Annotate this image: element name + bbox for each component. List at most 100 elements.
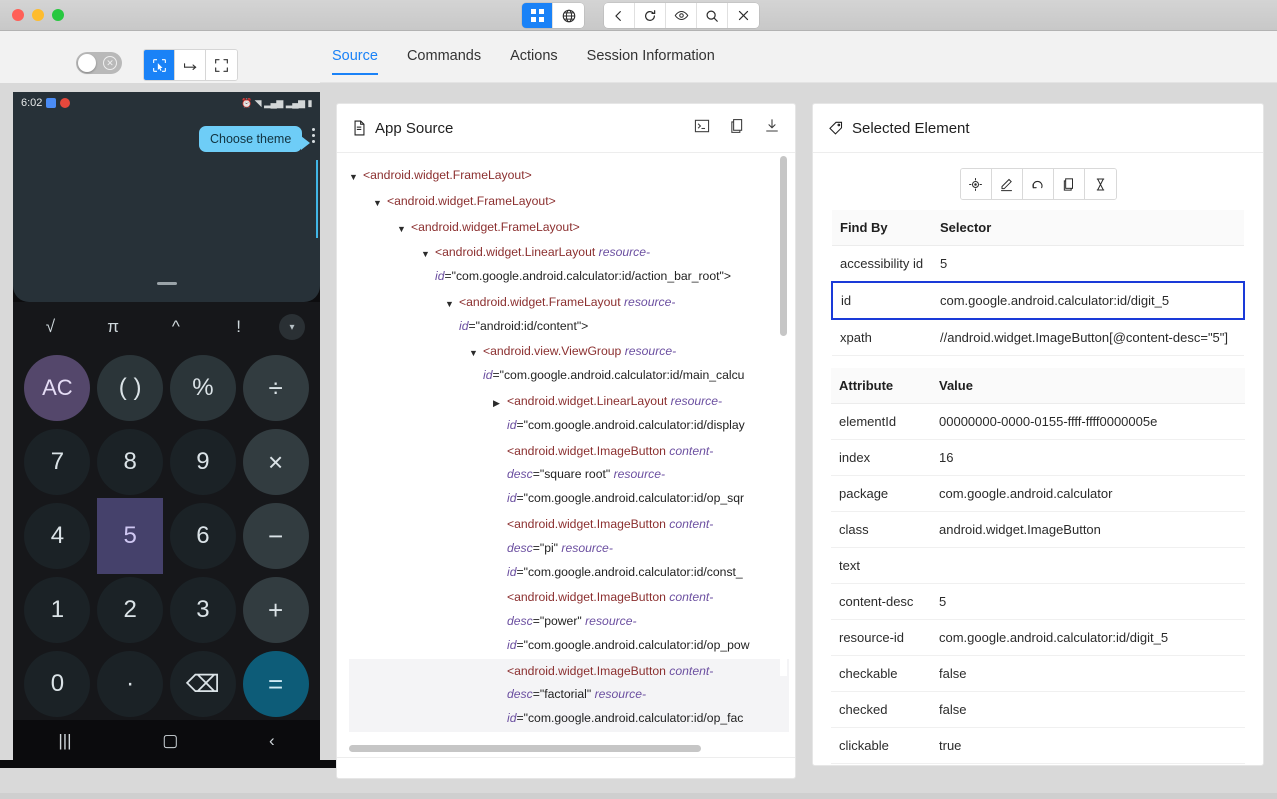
overflow-menu-icon[interactable] [312,128,315,146]
tab-source[interactable]: Source [332,48,378,75]
attribute-table-wrap[interactable]: Attribute Value elementId00000000-0000-0… [813,368,1263,768]
attribute-name: resource-id [831,620,931,656]
attribute-name: text [831,548,931,584]
tab-commands[interactable]: Commands [407,48,481,75]
close-window-button[interactable] [12,9,24,21]
clear-icon[interactable] [1023,169,1054,199]
console-icon[interactable] [694,118,710,139]
calc-key-label: − [243,503,309,569]
send-keys-icon[interactable] [992,169,1023,199]
chevron-down-icon[interactable]: ▼ [349,164,363,187]
swipe-mode-button[interactable] [175,50,206,80]
toggle-knob [78,54,96,72]
nav-home-icon[interactable]: ▢ [162,731,178,751]
chevron-down-icon[interactable]: ▼ [469,340,483,363]
source-tree-node[interactable]: <android.widget.ImageButton content-desc… [349,512,789,585]
attribute-row: elementId00000000-0000-0155-ffff-ffff000… [831,404,1245,440]
device-screen-mirror[interactable]: 6:02 ⏰ ◥ ▂▄▆ ▂▄▆ ▮ Choose theme [13,92,320,761]
calc-key-equals[interactable]: = [239,648,312,720]
calc-key-sym3[interactable]: ÷ [239,352,312,424]
calc-key-2[interactable]: 2 [94,574,167,646]
toggle-switch[interactable]: ✕ [76,52,122,74]
selector-row[interactable]: accessibility id5 [832,246,1244,283]
key-power[interactable]: ^ [145,317,208,337]
calc-key-sym11[interactable]: − [239,500,312,572]
calc-key-0[interactable]: 0 [21,648,94,720]
source-tree-node[interactable]: ▼<android.widget.FrameLayout resource-id… [349,290,789,340]
tree-vertical-scrollbar[interactable] [780,156,787,676]
calc-key-4[interactable]: 4 [21,500,94,572]
calc-key-1[interactable]: 1 [21,574,94,646]
key-sqrt[interactable]: √ [19,317,82,337]
device-nav-bar: ||| ▢ ‹ [13,720,320,761]
calc-key-label: + [243,577,309,643]
attribute-table-header-row: Attribute Value [831,368,1245,404]
source-tree-node[interactable]: ▶<android.widget.LinearLayout resource-i… [349,389,789,439]
nav-back-icon[interactable]: ‹ [269,731,275,751]
source-tree-node[interactable]: <android.widget.ImageButton content-desc… [349,659,789,732]
wait-icon[interactable] [1085,169,1116,199]
source-refresh-toggle[interactable]: ✕ [76,52,122,79]
calc-key-6[interactable]: 6 [167,500,240,572]
chevron-down-icon[interactable]: ▾ [279,314,305,340]
nav-recents-icon[interactable]: ||| [58,731,71,751]
source-tree-node[interactable]: <android.widget.ImageButton content-desc… [349,439,789,512]
source-tree-node[interactable]: ▼<android.widget.FrameLayout> [349,163,789,189]
copy-icon[interactable] [1054,169,1085,199]
close-x-icon[interactable] [728,3,759,28]
chevron-down-icon[interactable]: ▼ [445,291,459,314]
drag-handle[interactable] [157,282,177,285]
calc-key-sym1[interactable]: ( ) [94,352,167,424]
source-tree[interactable]: ▼<android.widget.FrameLayout>▼<android.w… [337,153,795,753]
source-tree-node[interactable]: ▼<android.view.ViewGroup resource-id="co… [349,339,789,389]
source-tree-node[interactable]: ▼<android.widget.FrameLayout> [349,189,789,215]
calc-key-sym18[interactable]: ⌫ [167,648,240,720]
key-factorial[interactable]: ! [207,317,270,337]
traffic-lights [12,9,64,21]
copy-icon[interactable] [729,118,745,139]
calc-key-sym17[interactable]: · [94,648,167,720]
calc-key-8[interactable]: 8 [94,426,167,498]
chevron-down-icon[interactable]: ▼ [373,190,387,213]
tree-horizontal-scrollbar[interactable] [349,745,785,752]
calc-key-sym2[interactable]: % [167,352,240,424]
document-icon [352,120,367,136]
eye-icon[interactable] [666,3,697,28]
key-pi[interactable]: π [82,317,145,337]
back-arrow-icon[interactable] [604,3,635,28]
selector-col-findby: Find By [832,210,932,246]
source-tree-node[interactable]: <android.widget.ImageButton content-desc… [349,585,789,658]
calc-key-3[interactable]: 3 [167,574,240,646]
source-tree-node[interactable]: ▼<android.widget.LinearLayout resource-i… [349,240,789,290]
calc-key-label: × [243,429,309,495]
chevron-right-icon[interactable]: ▶ [493,390,507,413]
calc-key-5[interactable]: 5 [94,500,167,572]
globe-icon[interactable] [553,3,584,28]
calc-key-sym15[interactable]: + [239,574,312,646]
calc-key-sym7[interactable]: × [239,426,312,498]
maximize-window-button[interactable] [52,9,64,21]
attribute-value: false [931,692,1245,728]
calc-key-label: · [97,651,163,717]
calculator-function-row: √ π ^ ! ▾ [13,302,320,352]
selector-row[interactable]: idcom.google.android.calculator:id/digit… [832,282,1244,319]
source-tree-node[interactable]: ▼<android.widget.FrameLayout> [349,215,789,241]
calc-key-9[interactable]: 9 [167,426,240,498]
calc-key-7[interactable]: 7 [21,426,94,498]
tab-actions[interactable]: Actions [510,48,558,75]
select-element-mode-button[interactable] [144,50,175,80]
calc-key-label: 0 [24,651,90,717]
calc-key-AC[interactable]: AC [21,352,94,424]
selector-row[interactable]: xpath//android.widget.ImageButton[@conte… [832,319,1244,356]
screenshot-region-mode-button[interactable] [206,50,237,80]
chevron-down-icon[interactable]: ▼ [421,241,435,264]
download-icon[interactable] [764,118,780,139]
tab-session-information[interactable]: Session Information [587,48,715,75]
search-icon[interactable] [697,3,728,28]
refresh-icon[interactable] [635,3,666,28]
tap-icon[interactable] [961,169,992,199]
grid-view-icon[interactable] [522,3,553,28]
minimize-window-button[interactable] [32,9,44,21]
chevron-down-icon[interactable]: ▼ [397,216,411,239]
selector-find-by: accessibility id [832,246,932,283]
